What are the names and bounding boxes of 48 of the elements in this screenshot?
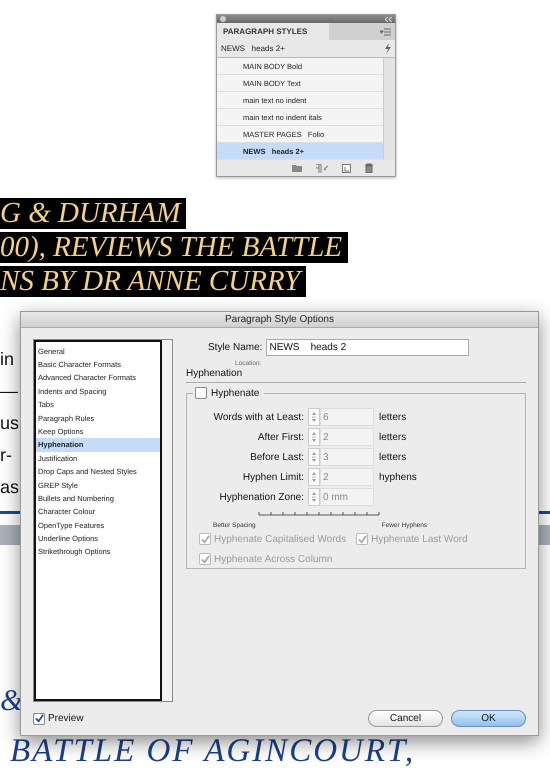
- scrollbar[interactable]: [383, 58, 395, 160]
- stepper-icon[interactable]: [308, 408, 320, 426]
- scrollbar[interactable]: [162, 340, 172, 702]
- body-text: as: [0, 476, 20, 499]
- unit-label: letters: [379, 452, 406, 463]
- body-text: r-: [0, 444, 13, 467]
- close-icon[interactable]: [220, 16, 226, 22]
- headline-text: NS BY DR ANNE CURRY: [0, 266, 306, 297]
- checkbox[interactable]: [33, 712, 45, 725]
- body-text: us: [0, 412, 20, 435]
- dialog-title: Paragraph Style Options: [21, 312, 538, 328]
- option-label: Hyphenate Last Word: [371, 534, 468, 545]
- unit-label: letters: [379, 432, 406, 443]
- panel-tab[interactable]: PARAGRAPH STYLES: [217, 23, 329, 40]
- style-name-label: Style Name:: [208, 342, 262, 354]
- field-label: Hyphen Limit:: [242, 472, 305, 483]
- subhead-text: BATTLE OF AGINCOURT,: [10, 736, 416, 767]
- hyphenate-label: Hyphenate: [211, 388, 260, 399]
- stepper-icon[interactable]: [308, 428, 320, 446]
- body-text: —: [0, 380, 19, 403]
- field-label: Before Last:: [249, 452, 305, 463]
- stepper-icon[interactable]: [308, 448, 320, 466]
- headline-text: 00), REVIEWS THE BATTLE: [0, 232, 348, 263]
- paragraph-icon[interactable]: [316, 164, 328, 172]
- field-label: Words with at Least:: [212, 412, 305, 423]
- body-text: in: [0, 348, 16, 371]
- stepper-icon[interactable]: [308, 488, 320, 506]
- folder-icon[interactable]: [292, 164, 302, 172]
- ampersand-text: &: [0, 684, 24, 718]
- trash-icon[interactable]: [365, 163, 373, 173]
- current-style: NEWS heads 2+: [221, 44, 285, 53]
- headline-text: G & DURHAM: [0, 198, 186, 229]
- checkbox[interactable]: [195, 387, 207, 400]
- section-heading: Hyphenation: [186, 368, 526, 384]
- stepper-icon[interactable]: [308, 468, 320, 486]
- field-label: After First:: [256, 432, 305, 443]
- unit-label: letters: [379, 412, 406, 423]
- field-label: Hyphenation Zone:: [218, 492, 305, 503]
- lightning-icon[interactable]: [384, 43, 391, 54]
- option-label: Hyphenate Across Column: [214, 554, 332, 565]
- style-name-field[interactable]: NEWS heads 2: [266, 339, 470, 356]
- cancel-button[interactable]: Cancel: [368, 710, 443, 728]
- unit-label: hyphens: [379, 472, 417, 483]
- collapse-icon[interactable]: [385, 16, 392, 22]
- option-label: Hyphenate Capitalised Words: [214, 534, 346, 545]
- preview-label: Preview: [48, 713, 84, 724]
- menu-icon[interactable]: [380, 28, 391, 36]
- ok-button[interactable]: OK: [451, 710, 526, 728]
